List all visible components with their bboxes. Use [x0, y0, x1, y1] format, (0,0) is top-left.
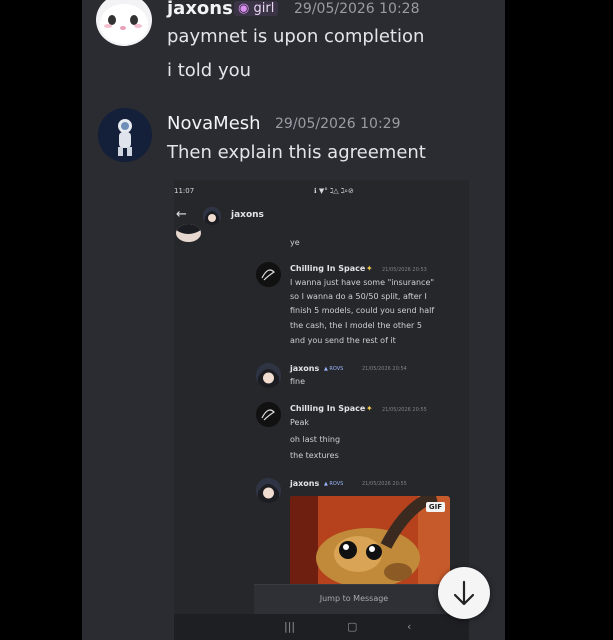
message-text: the cash, the I model the other 5 [290, 321, 422, 330]
star-icon: ✦ [366, 404, 373, 413]
message-author[interactable]: Chilling In Space [290, 264, 365, 273]
gif-badge: GIF [425, 502, 445, 512]
message-timestamp: 21/05/2026 20:54 [362, 366, 407, 372]
status-time: 11:07 [174, 187, 195, 195]
message-text: ye [290, 238, 300, 247]
message-author[interactable]: NovaMesh [167, 113, 261, 134]
bunny-avatar-icon [100, 4, 148, 44]
status-icons: ℹ ▼° ℷ△ ℷ⌕⊘ [314, 187, 354, 195]
jump-to-message-label: Jump to Message [319, 594, 389, 603]
header-avatar [203, 207, 221, 225]
tag-icon: ◉ [238, 1, 250, 16]
android-nav-bar: ||| ▢ ‹ [174, 614, 469, 640]
message-text: oh last thing [290, 435, 341, 444]
avatar [256, 363, 281, 388]
message-text: paymnet is upon completion [167, 26, 425, 47]
anime-avatar-icon [256, 478, 281, 503]
message-text: Peak [290, 418, 309, 427]
message-timestamp: 21/05/2026 20:55 [362, 481, 407, 487]
anime-avatar-icon [176, 224, 201, 242]
avatar [256, 478, 281, 503]
viewport: jaxons ◉ girl 29/05/2026 10:28 paymnet i… [0, 0, 613, 640]
message-timestamp: 21/05/2026 20:53 [382, 267, 427, 273]
header-username[interactable]: jaxons [231, 210, 264, 220]
message-author[interactable]: Chilling In Space [290, 404, 365, 413]
message-text: i told you [167, 60, 252, 81]
recent-apps-icon[interactable]: ||| [284, 620, 295, 633]
signature-avatar-icon [256, 262, 281, 287]
back-icon[interactable]: ← [176, 207, 187, 222]
message-text: the textures [290, 451, 339, 460]
gif-attachment[interactable]: GIF [290, 496, 450, 586]
message-author[interactable]: jaxons [290, 479, 319, 488]
message-author[interactable]: jaxons [290, 364, 319, 373]
anime-avatar-icon [256, 363, 281, 388]
message-text: fine [290, 377, 306, 386]
arrow-down-icon [453, 580, 475, 606]
avatar [256, 262, 281, 287]
tag-label: girl [253, 1, 275, 16]
back-nav-icon[interactable]: ‹ [407, 620, 411, 633]
message-text: so I wanna do a 50/50 split, after I [290, 292, 427, 301]
anime-avatar-icon [203, 207, 221, 225]
avatar[interactable] [96, 0, 152, 46]
screenshot-attachment[interactable]: 11:07 ℹ ▼° ℷ△ ℷ⌕⊘ ← jaxons ye Chilling I… [174, 180, 469, 640]
user-tag: ◉ girl [234, 1, 279, 16]
jump-to-message-bar[interactable]: Jump to Message [254, 584, 454, 614]
star-icon: ✦ [366, 264, 373, 273]
avatar [176, 224, 201, 242]
message-text: Then explain this agreement [167, 142, 426, 163]
message-timestamp: 29/05/2026 10:29 [275, 116, 401, 132]
role-badge: ▲ ROVS [324, 481, 344, 487]
avatar [256, 402, 281, 427]
role-badge: ▲ ROVS [324, 366, 344, 372]
scroll-to-bottom-button[interactable] [438, 567, 490, 619]
message-timestamp: 29/05/2026 10:28 [294, 1, 420, 17]
signature-avatar-icon [256, 402, 281, 427]
message-text: finish 5 models, could you send half [290, 306, 435, 315]
message-author[interactable]: jaxons [167, 0, 233, 19]
message-timestamp: 21/05/2026 20:55 [382, 407, 427, 413]
avatar[interactable] [98, 108, 152, 162]
chat-panel: jaxons ◉ girl 29/05/2026 10:28 paymnet i… [82, 0, 505, 640]
message-text: and you send the rest of it [290, 336, 396, 345]
message-text: I wanna just have some "insurance" [290, 278, 435, 287]
home-icon[interactable]: ▢ [347, 620, 357, 633]
astronaut-avatar-icon [98, 108, 152, 162]
